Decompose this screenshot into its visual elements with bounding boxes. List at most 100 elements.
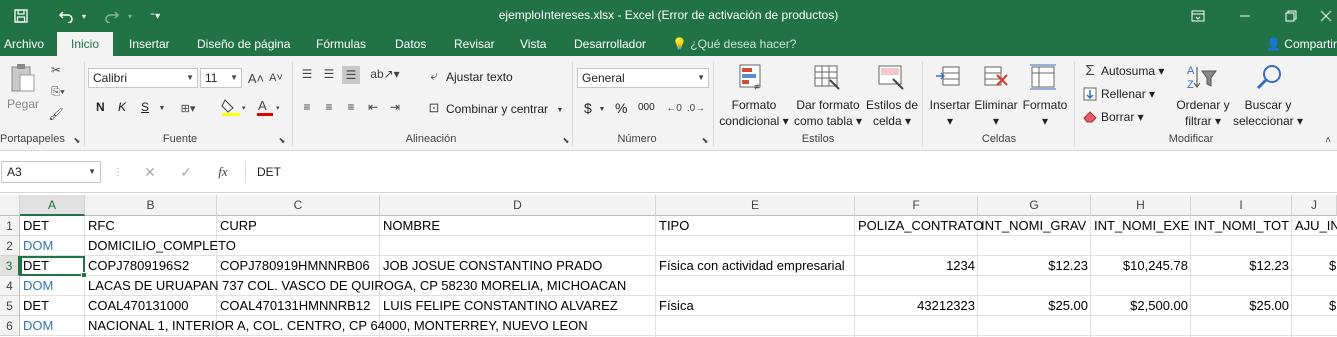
bold-button[interactable]: N [96,100,105,114]
conditional-format-icon[interactable]: ≠ [737,62,767,92]
cell-j3[interactable]: $ [1326,256,1337,276]
fill-icon[interactable] [1082,86,1098,102]
cell-a6[interactable]: DOM [20,316,56,336]
cell-f1[interactable]: POLIZA_CONTRATO [855,216,986,236]
tab-desarrollador[interactable]: Desarrollador [574,32,646,56]
share-button[interactable]: 👤 Compartir [1266,32,1337,56]
cell-b5[interactable]: COAL470131000 [85,296,191,316]
cell-b3[interactable]: COPJ7809196S2 [85,256,192,276]
clear-button[interactable]: Borrar ▾ [1101,110,1144,124]
fill-button[interactable]: Rellenar ▾ [1101,87,1155,101]
dialog-launcher-icon[interactable]: ⬊ [700,134,710,146]
column-header-i[interactable]: I [1191,195,1292,216]
row-header[interactable]: 5 [0,296,20,316]
collapse-ribbon-icon[interactable]: ˄ [1322,134,1334,146]
delete-cells-button[interactable]: Eliminar ▾ [972,97,1020,129]
name-box-dropdown-icon[interactable]: ▼ [88,162,96,182]
row-header[interactable]: 3 [0,256,20,276]
row-header[interactable]: 1 [0,216,20,236]
cell-h1[interactable]: INT_NOMI_EXE [1091,216,1192,236]
decrease-decimal-icon[interactable]: .0→ [686,100,706,116]
row-header[interactable]: 2 [0,236,20,256]
format-cells-button[interactable]: Formato ▾ [1020,97,1070,129]
cell-a5[interactable]: DET [20,296,52,316]
cell-b4[interactable]: LACAS DE URUAPAN 737 COL. VASCO DE QUIRO… [85,276,629,296]
cell-a1[interactable]: DET [20,216,52,236]
increase-font-icon[interactable]: A˄ [248,69,264,87]
align-top-icon[interactable]: ☰ [298,66,316,82]
insert-cells-button[interactable]: Insertar ▾ [926,97,974,129]
copy-icon[interactable]: ⎘▾ [46,84,70,100]
cell-f5[interactable]: 43212323 [855,296,978,316]
name-box[interactable]: A3 ▼ [1,161,101,183]
row-header[interactable]: 4 [0,276,20,296]
column-header-h[interactable]: H [1091,195,1191,216]
tell-me-box[interactable]: 💡 ¿Qué desea hacer? [672,32,796,56]
conditional-format-button[interactable]: Formato condicional ▾ [716,97,792,129]
merge-dropdown-icon[interactable]: ▼ [556,104,564,116]
cell-e1[interactable]: TIPO [656,216,692,236]
tab-insertar[interactable]: Insertar [129,32,170,56]
format-as-table-icon[interactable] [812,62,842,92]
dialog-launcher-icon[interactable]: ⬊ [277,134,287,146]
wrap-text-icon[interactable]: ⤶ [426,68,442,84]
cell-styles-button[interactable]: Estilos de celda ▾ [864,97,920,129]
format-as-table-button[interactable]: Dar formato como tabla ▾ [792,97,864,129]
increase-decimal-icon[interactable]: ←0 [664,100,684,116]
cell-a2[interactable]: DOM [20,236,56,256]
column-header-e[interactable]: E [656,195,855,216]
underline-button[interactable]: S [141,100,149,114]
tab-datos[interactable]: Datos [395,32,426,56]
tab-archivo[interactable]: Archivo [4,32,46,56]
percent-button[interactable]: % [615,100,627,116]
cut-icon[interactable]: ✂ [48,62,64,78]
cell-h3[interactable]: $10,245.78 [1091,256,1191,276]
eraser-icon[interactable] [1082,108,1098,124]
format-cells-icon[interactable] [1028,62,1058,92]
merge-center-icon[interactable]: ⊡ [426,100,442,116]
minimize-icon[interactable] [1222,0,1268,32]
close-icon[interactable] [1314,0,1337,32]
font-size-combo[interactable]: 11 ▼ [200,68,242,88]
column-header-j[interactable]: J [1292,195,1337,216]
dialog-launcher-icon[interactable]: ⬊ [561,134,571,146]
underline-dropdown-icon[interactable]: ▼ [158,102,166,114]
select-all-corner[interactable] [0,195,20,216]
wrap-text-button[interactable]: Ajustar texto [446,70,513,84]
increase-indent-icon[interactable]: ⇥ [386,99,404,115]
cell-j1[interactable]: AJU_IN [1292,216,1337,236]
decrease-indent-icon[interactable]: ⇤ [364,99,382,115]
formula-input[interactable]: DET [245,161,1337,183]
restore-icon[interactable] [1268,0,1314,32]
cell-d3[interactable]: JOB JOSUE CONSTANTINO PRADO [380,256,605,276]
cell-g3[interactable]: $12.23 [978,256,1091,276]
cell-c5[interactable]: COAL470131HMNNRB12 [217,296,373,316]
autosum-button[interactable]: Autosuma ▾ [1101,64,1164,78]
column-header-f[interactable]: F [855,195,978,216]
number-format-combo[interactable]: General ▼ [577,68,709,88]
cell-i3[interactable]: $12.23 [1191,256,1292,276]
cell-c3[interactable]: COPJ780919HMNNRB06 [217,256,373,276]
cell-f3[interactable]: 1234 [855,256,978,276]
font-color-icon[interactable]: A ▾ [256,98,284,116]
tab-diseno-de-pagina[interactable]: Diseño de página [197,32,290,56]
row-header[interactable]: 6 [0,316,20,336]
decrease-font-icon[interactable]: A˅ [268,69,284,87]
currency-button[interactable]: $ [584,100,592,116]
cell-b1[interactable]: RFC [85,216,118,236]
cell-j5[interactable]: $ [1326,296,1337,316]
cell-i1[interactable]: INT_NOMI_TOT [1191,216,1292,236]
sort-filter-button[interactable]: Ordenar y filtrar ▾ [1172,97,1234,129]
cell-d1[interactable]: NOMBRE [380,216,443,236]
sort-filter-icon[interactable]: AZ [1186,62,1218,92]
delete-cells-icon[interactable] [980,62,1010,92]
find-select-button[interactable]: Buscar y seleccionar ▾ [1232,97,1304,129]
cell-e3[interactable]: Física con actividad empresarial [656,256,848,276]
insert-cells-icon[interactable] [934,62,964,92]
autosum-icon[interactable]: Σ [1082,62,1098,79]
cell-h5[interactable]: $2,500.00 [1091,296,1191,316]
tab-revisar[interactable]: Revisar [454,32,495,56]
italic-button[interactable]: K [118,100,126,114]
enter-icon[interactable]: ✓ [177,164,195,180]
column-header-c[interactable]: C [217,195,380,216]
